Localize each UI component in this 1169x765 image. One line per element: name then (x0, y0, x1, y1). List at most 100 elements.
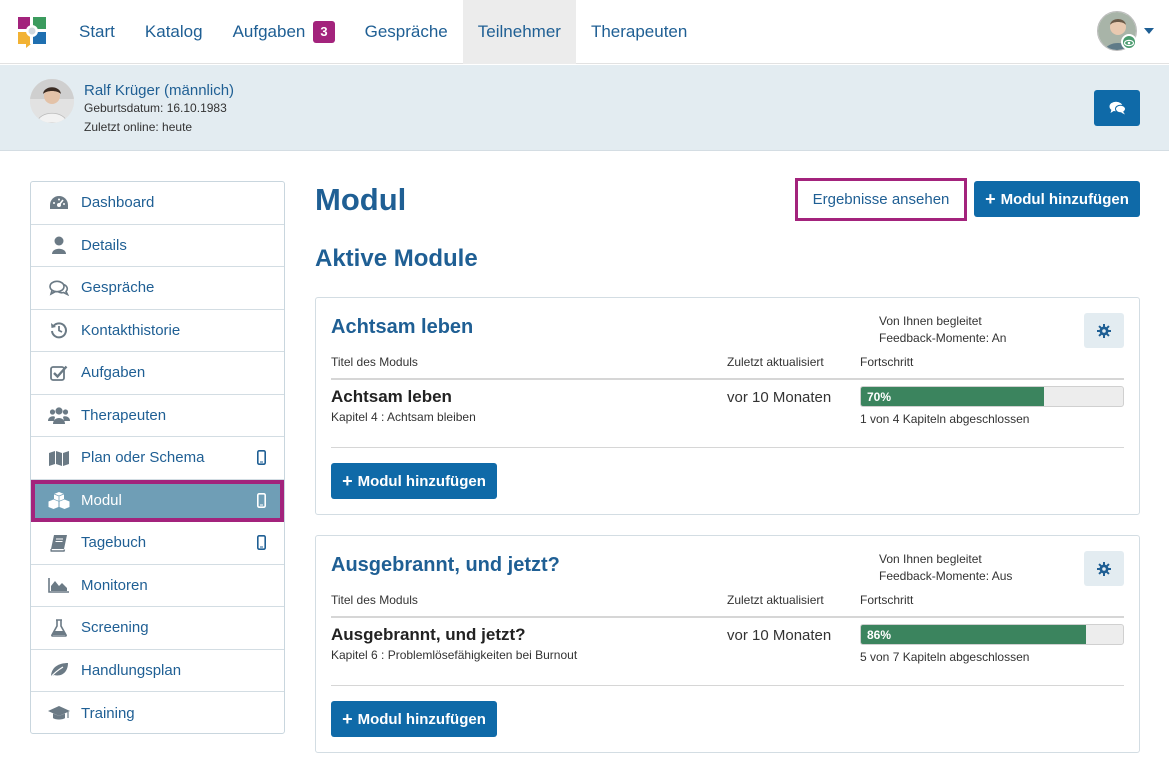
module-chapter: Kapitel 4 : Achtsam bleiben (331, 410, 476, 424)
nav-aufgaben-label: Aufgaben (232, 22, 306, 41)
nav-start[interactable]: Start (64, 0, 130, 64)
nav-start-label: Start (79, 22, 115, 41)
add-module-label: Modul hinzufügen (1000, 190, 1129, 208)
module-card-title[interactable]: Achtsam leben (331, 316, 473, 339)
patient-birthdate: Geburtsdatum: 16.10.1983 (84, 101, 227, 115)
add-module-label: Modul hinzufügen (357, 710, 486, 728)
nav-therapeuten-label: Therapeuten (590, 22, 688, 41)
sidebar-item-label: Details (81, 236, 127, 254)
module-settings-button[interactable] (1084, 313, 1124, 348)
sidebar-item-kontakthistorie[interactable]: Kontakthistorie (31, 310, 284, 352)
chevron-down-icon[interactable] (1144, 28, 1154, 34)
sidebar-item-plan-oder-schema[interactable]: Plan oder Schema (31, 437, 284, 480)
table-header-divider (331, 378, 1124, 380)
dashboard-icon (48, 193, 70, 213)
comments-icon (1109, 101, 1126, 115)
module-progress-text: 1 von 4 Kapiteln abgeschlossen (860, 412, 1030, 426)
view-results-button[interactable]: Ergebnisse ansehen (795, 178, 967, 221)
add-module-button[interactable]: + Modul hinzufügen (974, 181, 1140, 217)
plus-icon: + (985, 188, 996, 209)
sidebar-item-label: Tagebuch (81, 534, 147, 552)
book-icon (48, 533, 70, 553)
sidebar-item-label: Handlungsplan (81, 661, 182, 679)
section-title: Aktive Module (315, 245, 478, 272)
sidebar-item-label: Training (81, 704, 135, 722)
feedback-moments-text: Feedback-Momente: An (879, 331, 1007, 345)
gear-icon (1097, 561, 1111, 576)
sidebar-item-monitoren[interactable]: Monitoren (31, 565, 284, 607)
page-title: Modul (315, 182, 407, 217)
module-name[interactable]: Achtsam leben (331, 387, 452, 407)
sidebar-item-label: Modul (81, 491, 122, 509)
card-divider (331, 447, 1124, 448)
progress-fill: 86% (861, 625, 1087, 644)
sidebar-item-label: Gespräche (81, 279, 155, 297)
chat-button[interactable] (1094, 90, 1140, 126)
sidebar-item-modul[interactable]: Modul (31, 479, 284, 522)
app-logo-icon[interactable] (17, 16, 47, 48)
module-progress-text: 5 von 7 Kapiteln abgeschlossen (860, 650, 1030, 664)
add-module-label: Modul hinzufügen (357, 472, 486, 490)
nav-therapeuten[interactable]: Therapeuten (576, 0, 702, 64)
nav-katalog-label: Katalog (144, 22, 203, 41)
guided-by-you-text: Von Ihnen begleitet (879, 552, 982, 566)
sidebar-item-label: Therapeuten (81, 406, 167, 424)
progress-percent: 70% (867, 389, 892, 404)
mobile-icon (257, 492, 267, 512)
sidebar-item-screening[interactable]: Screening (31, 607, 284, 650)
tasks-count-badge: 3 (313, 21, 335, 43)
module-last-updated: vor 10 Monaten (727, 627, 832, 644)
add-module-button[interactable]: + Modul hinzufügen (331, 701, 497, 737)
plus-icon: + (342, 708, 353, 729)
module-progress-bar: 86% (860, 624, 1124, 645)
top-navbar: Start Katalog Aufgaben 3 Gespräche Teilne… (0, 0, 1169, 64)
nav-teilnehmer-label: Teilnehmer (477, 22, 561, 41)
view-mode-eye-icon (1121, 34, 1137, 50)
sidebar-item-training[interactable]: Training (31, 692, 284, 735)
nav-katalog[interactable]: Katalog (130, 0, 218, 64)
plus-icon: + (342, 470, 353, 491)
module-settings-button[interactable] (1084, 551, 1124, 586)
sidebar-item-gespraeche[interactable]: Gespräche (31, 267, 284, 310)
sidebar-item-tagebuch[interactable]: Tagebuch (31, 522, 284, 565)
sidebar-item-dashboard[interactable]: Dashboard (31, 182, 284, 225)
history-icon (48, 320, 70, 340)
sidebar-item-aufgaben[interactable]: Aufgaben (31, 352, 284, 395)
sidebar-item-label: Monitoren (81, 576, 148, 594)
nav-gespraeche[interactable]: Gespräche (350, 0, 463, 64)
mobile-icon (257, 535, 267, 554)
sidebar-item-details[interactable]: Details (31, 225, 284, 267)
sidebar-item-label: Plan oder Schema (81, 449, 205, 467)
module-card: Ausgebrannt, und jetzt? Von Ihnen beglei… (315, 535, 1140, 753)
patient-name[interactable]: Ralf Krüger (männlich) (84, 82, 234, 99)
comments-icon (48, 278, 70, 298)
nav-gespraeche-label: Gespräche (364, 22, 448, 41)
nav-teilnehmer[interactable]: Teilnehmer (462, 0, 576, 64)
mobile-icon (257, 450, 267, 469)
add-module-button[interactable]: + Modul hinzufügen (331, 463, 497, 499)
column-header-title: Titel des Moduls (331, 593, 418, 607)
column-header-title: Titel des Moduls (331, 355, 418, 369)
module-last-updated: vor 10 Monaten (727, 389, 832, 406)
gear-icon (1097, 323, 1111, 338)
users-icon (48, 405, 70, 425)
sidebar-item-therapeuten[interactable]: Therapeuten (31, 395, 284, 437)
patient-last-online: Zuletzt online: heute (84, 120, 193, 134)
module-card: Achtsam leben Von Ihnen begleitet Feedba… (315, 297, 1140, 515)
sidebar-item-label: Screening (81, 619, 149, 637)
card-divider (331, 685, 1124, 686)
nav-aufgaben[interactable]: Aufgaben 3 (218, 0, 350, 64)
sidebar-item-label: Kontakthistorie (81, 321, 181, 339)
guided-by-you-text: Von Ihnen begleitet (879, 314, 982, 328)
column-header-progress: Fortschritt (860, 355, 914, 369)
checkbox-icon (48, 363, 70, 383)
sidebar-item-handlungsplan[interactable]: Handlungsplan (31, 650, 284, 692)
module-progress-bar: 70% (860, 386, 1124, 407)
view-results-label: Ergebnisse ansehen (812, 191, 950, 208)
patient-sidebar: Dashboard Details Gespräche Kontakthisto… (30, 181, 285, 734)
module-chapter: Kapitel 6 : Problemlösefähigkeiten bei B… (331, 648, 578, 662)
column-header-updated: Zuletzt aktualisiert (727, 593, 824, 607)
table-header-divider (331, 616, 1124, 618)
module-name[interactable]: Ausgebrannt, und jetzt? (331, 625, 526, 645)
module-card-title[interactable]: Ausgebrannt, und jetzt? (331, 554, 560, 577)
